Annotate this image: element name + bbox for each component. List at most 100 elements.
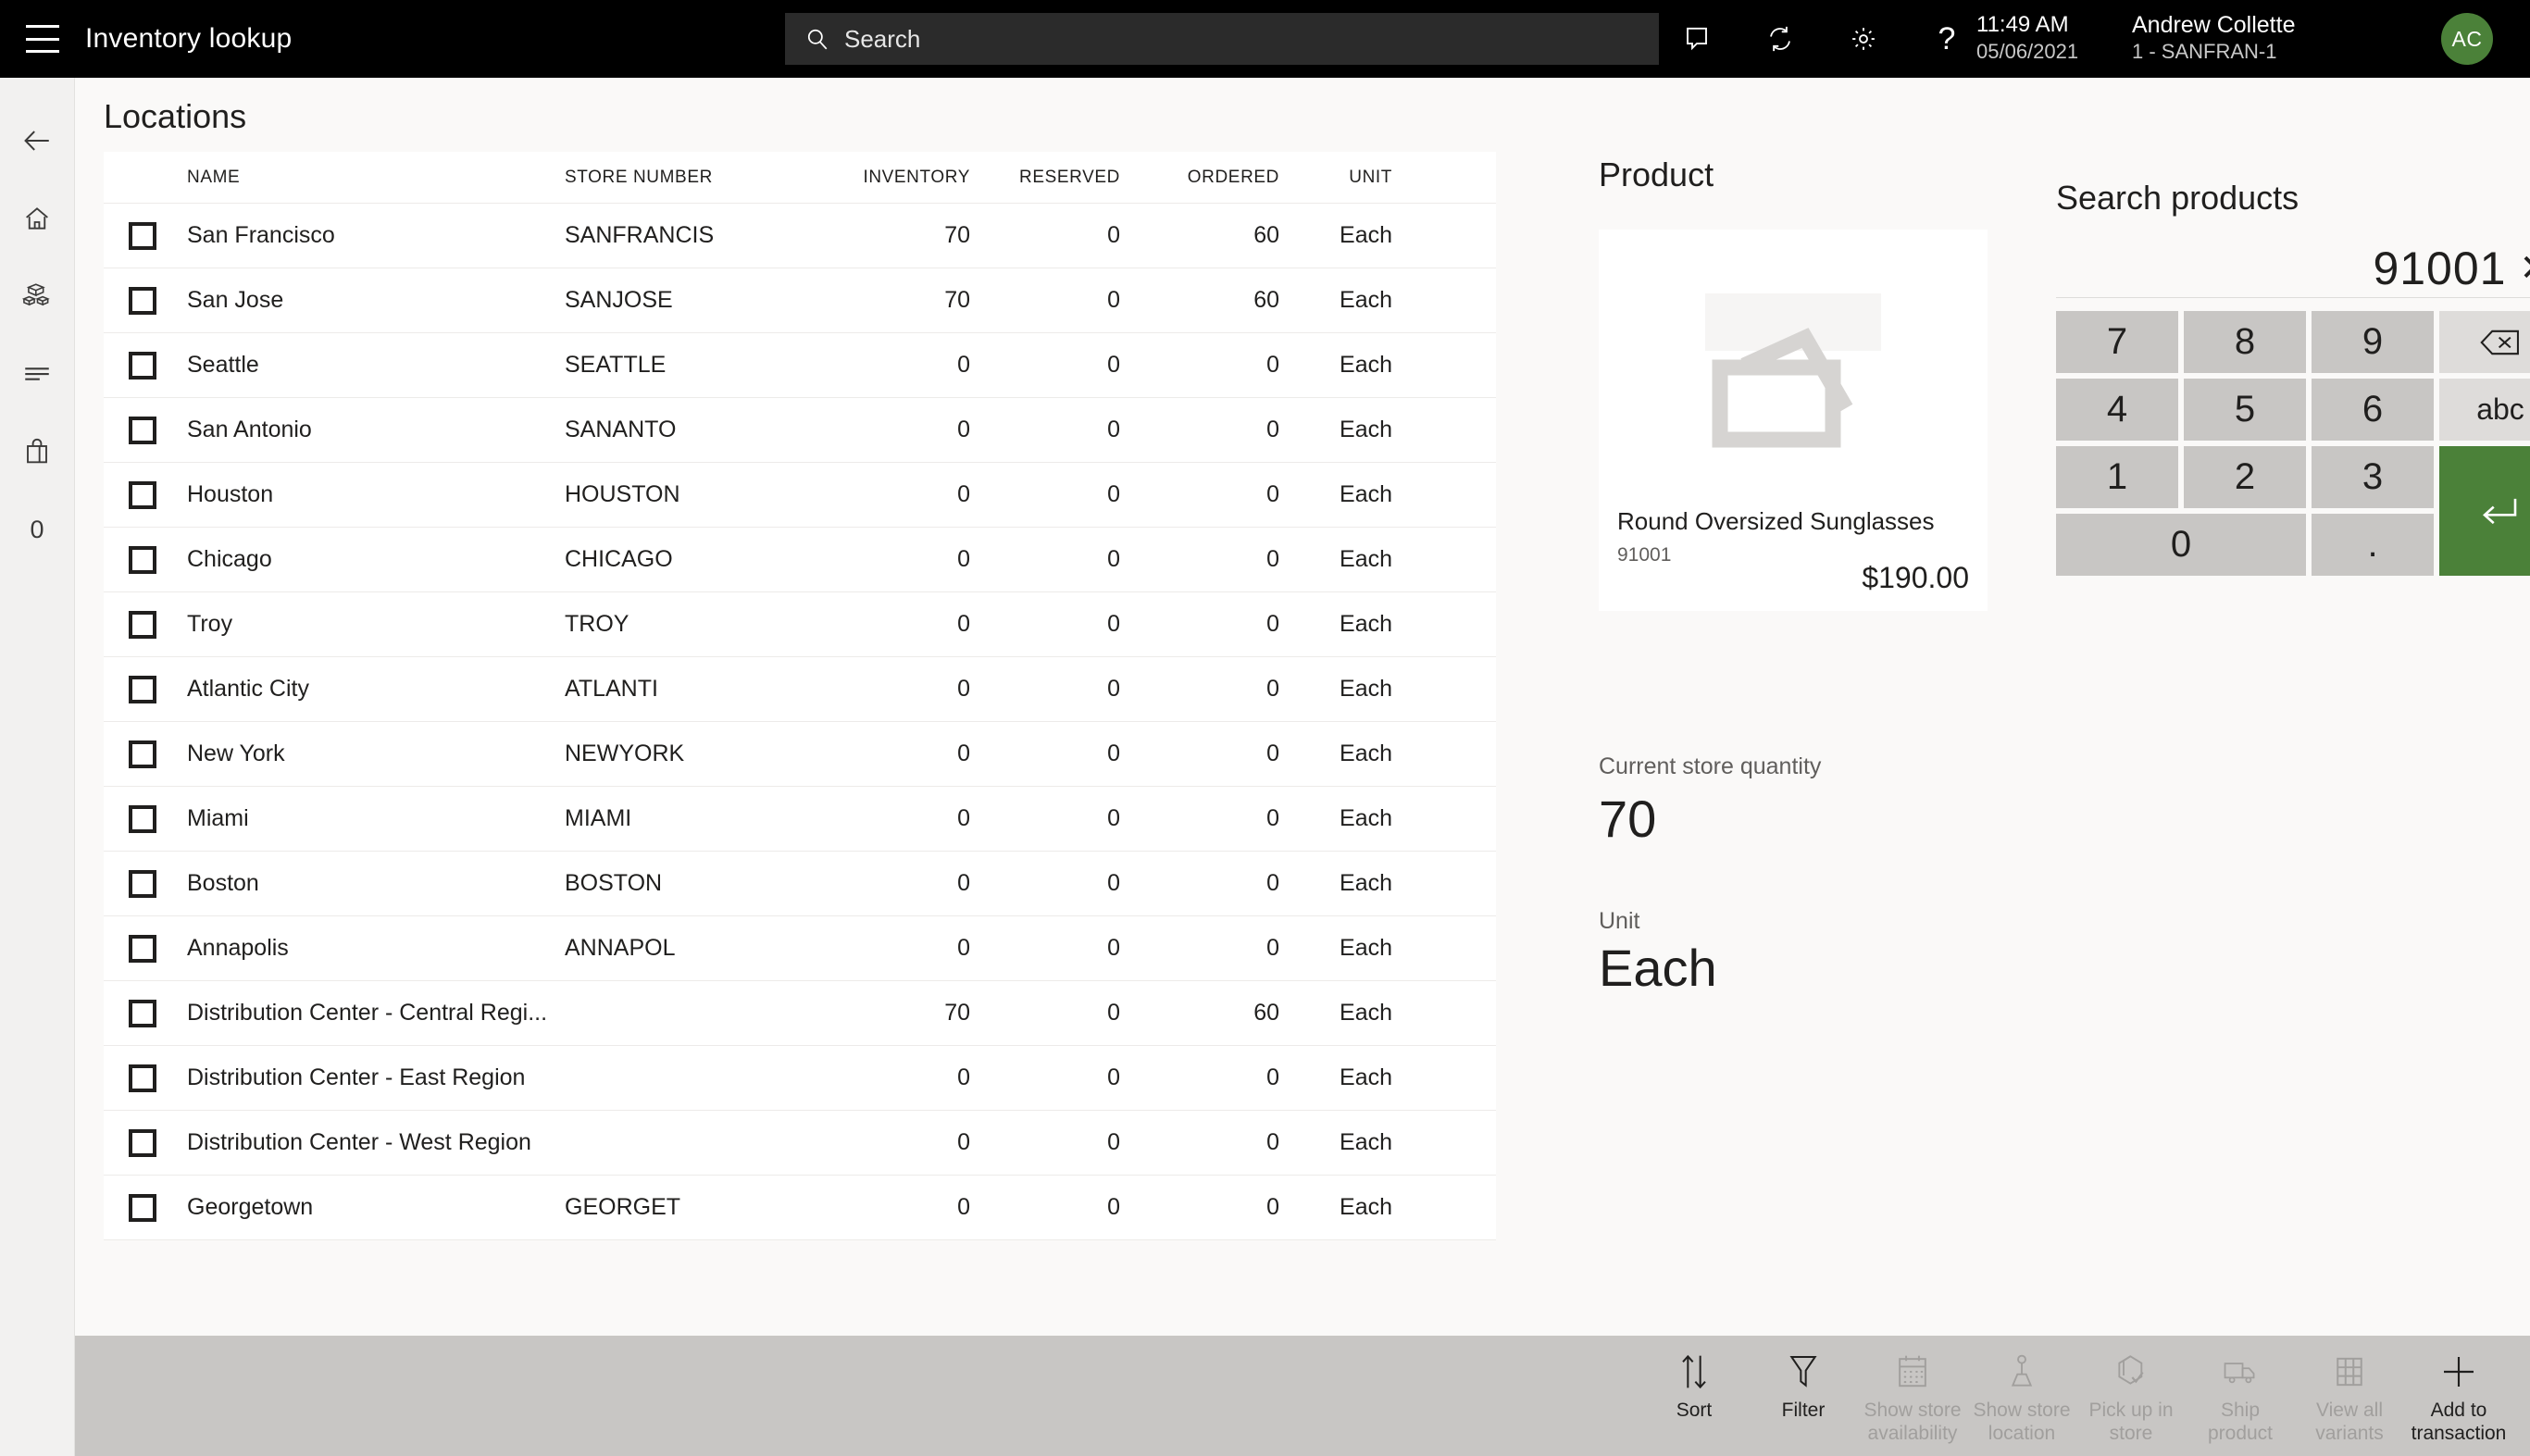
table-row[interactable]: Houston HOUSTON 0 0 0 Each xyxy=(104,463,1496,528)
cart-count[interactable]: 0 xyxy=(0,491,75,568)
table-row[interactable]: Distribution Center - East Region 0 0 0 Each xyxy=(104,1046,1496,1111)
row-checkbox[interactable] xyxy=(129,286,156,315)
sort-button[interactable]: Sort xyxy=(1639,1336,1749,1450)
row-checkbox[interactable] xyxy=(129,610,156,639)
key-5[interactable]: 5 xyxy=(2184,379,2306,441)
product-card[interactable]: Round Oversized Sunglasses 91001 $190.00 xyxy=(1599,230,1988,611)
cell-name: New York xyxy=(187,740,285,766)
row-checkbox[interactable] xyxy=(129,351,156,380)
row-checkbox-cell[interactable] xyxy=(104,675,181,703)
key-0[interactable]: 0 xyxy=(2056,514,2306,576)
cell-reserved: 0 xyxy=(1107,935,1120,961)
avatar[interactable]: AC xyxy=(2441,13,2493,65)
row-checkbox[interactable] xyxy=(129,1064,156,1092)
help-icon[interactable]: ? xyxy=(1928,20,1965,57)
cell-ordered: 0 xyxy=(1266,805,1279,831)
table-row[interactable]: Distribution Center - Central Regi... 70 0… xyxy=(104,981,1496,1046)
cell-inventory: 0 xyxy=(957,1194,970,1220)
key-6[interactable]: 6 xyxy=(2312,379,2434,441)
row-checkbox-cell[interactable] xyxy=(104,286,181,315)
column-header-ordered[interactable]: ORDERED xyxy=(1120,168,1279,188)
back-arrow-icon[interactable] xyxy=(0,102,75,180)
key-2[interactable]: 2 xyxy=(2184,446,2306,508)
key-4[interactable]: 4 xyxy=(2056,379,2178,441)
row-checkbox-cell[interactable] xyxy=(104,740,181,768)
column-header-reserved[interactable]: RESERVED xyxy=(970,168,1120,188)
column-header-inventory[interactable]: INVENTORY xyxy=(794,168,970,188)
row-checkbox-cell[interactable] xyxy=(104,934,181,963)
row-checkbox[interactable] xyxy=(129,480,156,509)
backspace-icon[interactable] xyxy=(2439,311,2530,373)
home-icon[interactable] xyxy=(0,180,75,257)
row-checkbox[interactable] xyxy=(129,804,156,833)
row-checkbox[interactable] xyxy=(129,869,156,898)
table-row[interactable]: Boston BOSTON 0 0 0 Each xyxy=(104,852,1496,916)
row-checkbox[interactable] xyxy=(129,1128,156,1157)
cell-inventory: 0 xyxy=(957,740,970,766)
search-input[interactable]: Search xyxy=(785,13,1659,65)
enter-icon[interactable] xyxy=(2439,446,2530,576)
table-row[interactable]: Annapolis ANNAPOL 0 0 0 Each xyxy=(104,916,1496,981)
table-row[interactable]: Chicago CHICAGO 0 0 0 Each xyxy=(104,528,1496,592)
app-header: Inventory lookup Search ? 11:49 AM 05/06… xyxy=(0,0,2530,78)
key-abc[interactable]: abc xyxy=(2439,379,2530,441)
sync-icon[interactable] xyxy=(1762,20,1799,57)
row-checkbox-cell[interactable] xyxy=(104,804,181,833)
column-header-store-number[interactable]: STORE NUMBER xyxy=(565,168,794,188)
cell-ordered: 0 xyxy=(1266,935,1279,961)
user-info[interactable]: Andrew Collette 1 - SANFRAN-1 xyxy=(2132,11,2382,65)
row-checkbox-cell[interactable] xyxy=(104,1128,181,1157)
row-checkbox-cell[interactable] xyxy=(104,416,181,444)
table-row[interactable]: San Antonio SANANTO 0 0 0 Each xyxy=(104,398,1496,463)
row-checkbox-cell[interactable] xyxy=(104,480,181,509)
row-checkbox-cell[interactable] xyxy=(104,351,181,380)
filter-button[interactable]: Filter xyxy=(1749,1336,1858,1450)
column-header-name[interactable]: NAME xyxy=(181,168,565,188)
row-checkbox[interactable] xyxy=(129,416,156,444)
row-checkbox-cell[interactable] xyxy=(104,545,181,574)
key-8[interactable]: 8 xyxy=(2184,311,2306,373)
table-row[interactable]: San Jose SANJOSE 70 0 60 Each xyxy=(104,268,1496,333)
search-products-panel: Search products 91001 ✕ 7 8 9 xyxy=(2056,156,2530,1413)
gear-icon[interactable] xyxy=(1845,20,1882,57)
cell-store: GEORGET xyxy=(565,1194,681,1220)
table-row[interactable]: Seattle SEATTLE 0 0 0 Each xyxy=(104,333,1496,398)
row-checkbox-cell[interactable] xyxy=(104,1064,181,1092)
search-products-input[interactable]: 91001 ✕ xyxy=(2056,239,2530,298)
products-icon[interactable] xyxy=(0,257,75,335)
add-to-transaction-button[interactable]: Add to transaction xyxy=(2404,1336,2513,1450)
row-checkbox[interactable] xyxy=(129,221,156,250)
cell-inventory: 0 xyxy=(957,870,970,896)
row-checkbox-cell[interactable] xyxy=(104,869,181,898)
table-row[interactable]: New York NEWYORK 0 0 0 Each xyxy=(104,722,1496,787)
row-checkbox-cell[interactable] xyxy=(104,1193,181,1222)
note-icon[interactable] xyxy=(1678,20,1715,57)
table-row[interactable]: Distribution Center - West Region 0 0 0 Each xyxy=(104,1111,1496,1176)
key-decimal[interactable]: . xyxy=(2312,514,2434,576)
row-checkbox[interactable] xyxy=(129,545,156,574)
row-checkbox[interactable] xyxy=(129,740,156,768)
clear-icon[interactable]: ✕ xyxy=(2519,250,2530,287)
row-checkbox[interactable] xyxy=(129,999,156,1027)
hamburger-icon[interactable] xyxy=(26,25,59,53)
row-checkbox-cell[interactable] xyxy=(104,999,181,1027)
row-checkbox[interactable] xyxy=(129,1193,156,1222)
table-row[interactable]: Atlantic City ATLANTI 0 0 0 Each xyxy=(104,657,1496,722)
key-7[interactable]: 7 xyxy=(2056,311,2178,373)
table-row[interactable]: Miami MIAMI 0 0 0 Each xyxy=(104,787,1496,852)
key-1[interactable]: 1 xyxy=(2056,446,2178,508)
table-row[interactable]: Georgetown GEORGET 0 0 0 Each xyxy=(104,1176,1496,1240)
cell-unit: Each xyxy=(1340,1064,1392,1090)
row-checkbox-cell[interactable] xyxy=(104,610,181,639)
cell-ordered: 0 xyxy=(1266,546,1279,572)
column-header-unit[interactable]: UNIT xyxy=(1279,168,1446,188)
table-row[interactable]: Troy TROY 0 0 0 Each xyxy=(104,592,1496,657)
key-9[interactable]: 9 xyxy=(2312,311,2434,373)
table-row[interactable]: San Francisco SANFRANCIS 70 0 60 Each xyxy=(104,204,1496,268)
row-checkbox[interactable] xyxy=(129,934,156,963)
row-checkbox-cell[interactable] xyxy=(104,221,181,250)
list-icon[interactable] xyxy=(0,335,75,413)
key-3[interactable]: 3 xyxy=(2312,446,2434,508)
shopping-bag-icon[interactable] xyxy=(0,413,75,491)
row-checkbox[interactable] xyxy=(129,675,156,703)
